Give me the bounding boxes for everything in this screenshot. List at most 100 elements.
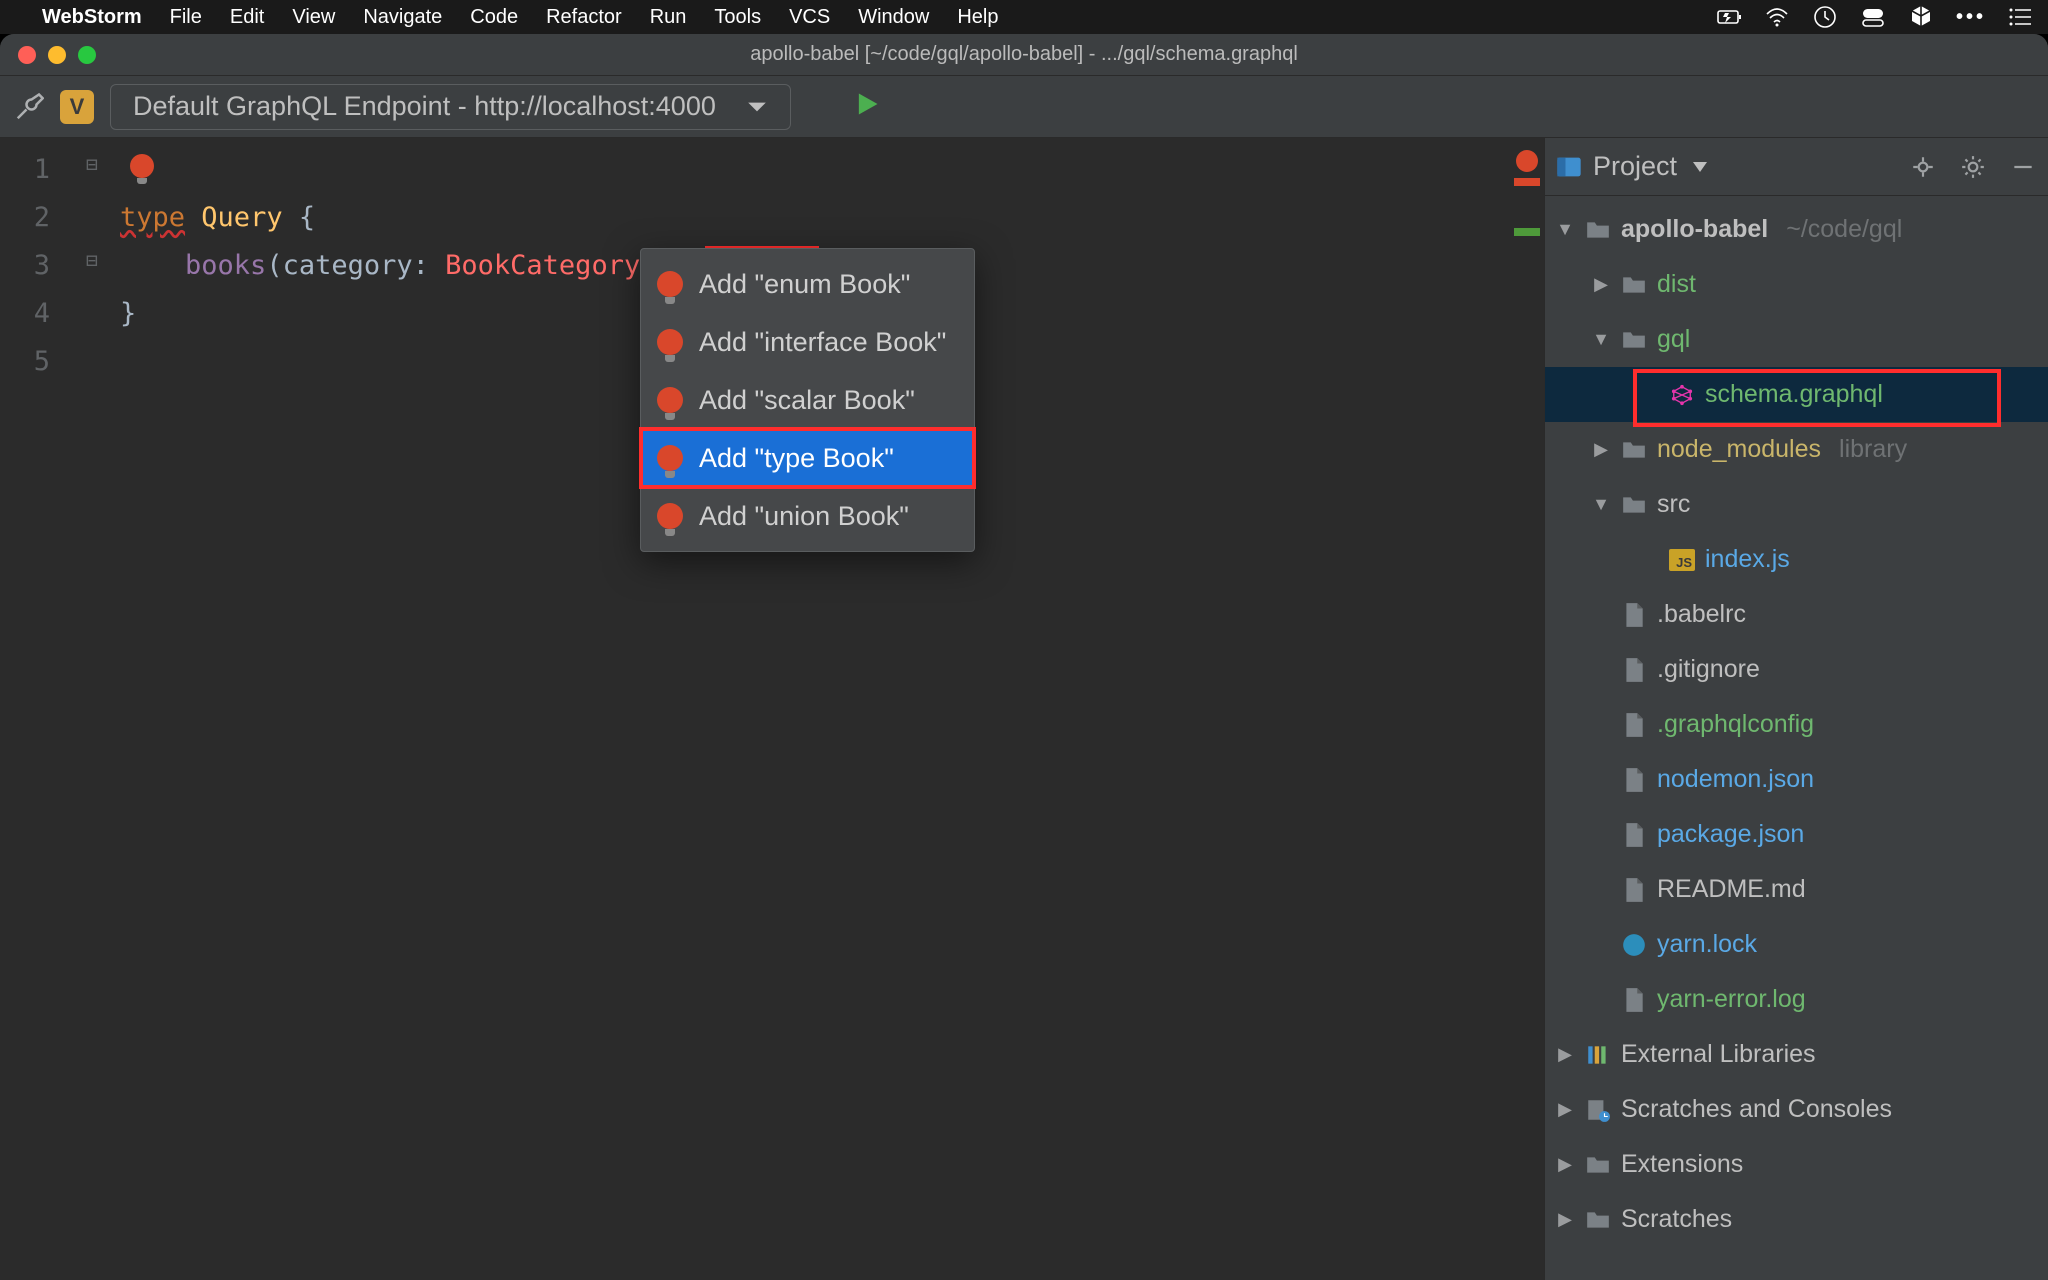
- tree-item-label: Scratches: [1621, 1205, 1732, 1234]
- diagnostic-marker-ok[interactable]: [1514, 228, 1540, 236]
- run-button[interactable]: [853, 90, 881, 123]
- menu-tools[interactable]: Tools: [714, 6, 761, 29]
- macos-status-icons: •••: [1716, 4, 2034, 30]
- tree-item-label: yarn.lock: [1657, 930, 1757, 959]
- wifi-icon: [1764, 4, 1790, 30]
- overflow-icon[interactable]: •••: [1956, 6, 1986, 29]
- folder-icon: [1585, 1207, 1611, 1233]
- menu-refactor[interactable]: Refactor: [546, 6, 622, 29]
- error-bulb-icon: [657, 271, 683, 297]
- tree-item-label: .babelrc: [1657, 600, 1746, 629]
- js-file-icon: JS: [1669, 547, 1695, 573]
- minimize-panel-icon[interactable]: [2010, 154, 2036, 180]
- tree-item-label: .graphqlconfig: [1657, 710, 1814, 739]
- cube-icon: [1908, 4, 1934, 30]
- app-name[interactable]: WebStorm: [42, 6, 142, 29]
- tree-row[interactable]: .graphqlconfig: [1545, 697, 2048, 752]
- close-window-button[interactable]: [18, 46, 36, 64]
- tree-row[interactable]: yarn-error.log: [1545, 972, 2048, 1027]
- battery-icon: [1716, 4, 1742, 30]
- fold-handle-icon[interactable]: ⊟: [86, 152, 98, 176]
- folder-icon: [1621, 437, 1647, 463]
- project-view-icon: [1555, 153, 1583, 181]
- intention-label: Add "scalar Book": [699, 385, 915, 416]
- code-editor[interactable]: 1 2 3 4 5 ⊟ ⊟ type Query { books(categor…: [0, 138, 1544, 1280]
- intention-item[interactable]: Add "type Book": [641, 429, 974, 487]
- project-tree[interactable]: ▼ apollo-babel ~/code/gql ▶dist▼gqlschem…: [1545, 196, 2048, 1280]
- intention-item[interactable]: Add "scalar Book": [641, 371, 974, 429]
- error-bulb-icon: [657, 503, 683, 529]
- error-stripe-icon[interactable]: [1516, 150, 1538, 172]
- toggle-icon: [1860, 4, 1886, 30]
- menu-view[interactable]: View: [292, 6, 335, 29]
- tree-root[interactable]: ▼ apollo-babel ~/code/gql: [1545, 202, 2048, 257]
- tree-item-label: Scratches and Consoles: [1621, 1095, 1892, 1124]
- tree-row[interactable]: package.json: [1545, 807, 2048, 862]
- menu-code[interactable]: Code: [470, 6, 518, 29]
- intention-label: Add "enum Book": [699, 269, 910, 300]
- fold-handle-icon[interactable]: ⊟: [86, 248, 98, 272]
- file-icon: [1621, 657, 1647, 683]
- menu-window[interactable]: Window: [858, 6, 929, 29]
- menu-edit[interactable]: Edit: [230, 6, 264, 29]
- menu-help[interactable]: Help: [957, 6, 998, 29]
- error-bulb-icon: [657, 387, 683, 413]
- tree-row[interactable]: nodemon.json: [1545, 752, 2048, 807]
- tree-row[interactable]: ▼gql: [1545, 312, 2048, 367]
- menu-file[interactable]: File: [170, 6, 202, 29]
- project-tool-window: Project ▼ apollo-babel ~/code/gql ▶dist▼…: [1544, 138, 2048, 1280]
- project-tool-header: Project: [1545, 138, 2048, 196]
- window-title: apollo-babel [~/code/gql/apollo-babel] -…: [0, 43, 2048, 66]
- diagnostic-marker-error[interactable]: [1514, 178, 1540, 186]
- intention-item[interactable]: Add "interface Book": [641, 313, 974, 371]
- tree-row[interactable]: schema.graphql: [1545, 367, 2048, 422]
- graphql-file-icon: [1669, 382, 1695, 408]
- tree-row[interactable]: .babelrc: [1545, 587, 2048, 642]
- scratches-icon: [1585, 1097, 1611, 1123]
- menu-navigate[interactable]: Navigate: [363, 6, 442, 29]
- tree-row[interactable]: .gitignore: [1545, 642, 2048, 697]
- menu-run[interactable]: Run: [650, 6, 687, 29]
- wrench-icon[interactable]: [14, 92, 44, 122]
- project-tool-title[interactable]: Project: [1593, 151, 1677, 182]
- tree-item-label: index.js: [1705, 545, 1790, 574]
- chevron-down-icon: [746, 96, 768, 118]
- tree-row[interactable]: ▶Scratches: [1545, 1192, 2048, 1247]
- intention-label: Add "interface Book": [699, 327, 946, 358]
- tree-row[interactable]: ▶Extensions: [1545, 1137, 2048, 1192]
- list-icon[interactable]: [2008, 4, 2034, 30]
- error-bulb-icon: [657, 445, 683, 471]
- file-icon: [1621, 877, 1647, 903]
- chevron-down-icon[interactable]: [1693, 162, 1707, 172]
- tree-item-label: README.md: [1657, 875, 1806, 904]
- locate-icon[interactable]: [1910, 154, 1936, 180]
- gear-icon[interactable]: [1960, 154, 1986, 180]
- tree-row[interactable]: JS index.js: [1545, 532, 2048, 587]
- intention-actions-popup: Add "enum Book" Add "interface Book" Add "…: [640, 248, 975, 552]
- macos-menubar: WebStorm File Edit View Navigate Code Re…: [0, 0, 2048, 34]
- intention-label: Add "type Book": [699, 443, 894, 474]
- file-icon: [1621, 822, 1647, 848]
- folder-icon: [1621, 492, 1647, 518]
- endpoint-selector[interactable]: Default GraphQL Endpoint - http://localh…: [110, 84, 791, 130]
- menu-vcs[interactable]: VCS: [789, 6, 830, 29]
- tree-row[interactable]: README.md: [1545, 862, 2048, 917]
- ide-window: apollo-babel [~/code/gql/apollo-babel] -…: [0, 34, 2048, 1280]
- tree-row[interactable]: yarn.lock: [1545, 917, 2048, 972]
- folder-icon: [1621, 327, 1647, 353]
- minimize-window-button[interactable]: [48, 46, 66, 64]
- tree-row[interactable]: ▶Scratches and Consoles: [1545, 1082, 2048, 1137]
- file-icon: [1621, 712, 1647, 738]
- tree-row[interactable]: ▼src: [1545, 477, 2048, 532]
- endpoint-label: Default GraphQL Endpoint - http://localh…: [133, 91, 716, 122]
- version-badge[interactable]: V: [60, 90, 94, 124]
- tree-row[interactable]: ▶node_moduleslibrary: [1545, 422, 2048, 477]
- tree-item-label: External Libraries: [1621, 1040, 1816, 1069]
- intention-item[interactable]: Add "union Book": [641, 487, 974, 545]
- yarn-file-icon: [1621, 932, 1647, 958]
- tree-row[interactable]: ▶dist: [1545, 257, 2048, 312]
- zoom-window-button[interactable]: [78, 46, 96, 64]
- error-bulb-icon: [657, 329, 683, 355]
- tree-row[interactable]: ▶External Libraries: [1545, 1027, 2048, 1082]
- intention-item[interactable]: Add "enum Book": [641, 255, 974, 313]
